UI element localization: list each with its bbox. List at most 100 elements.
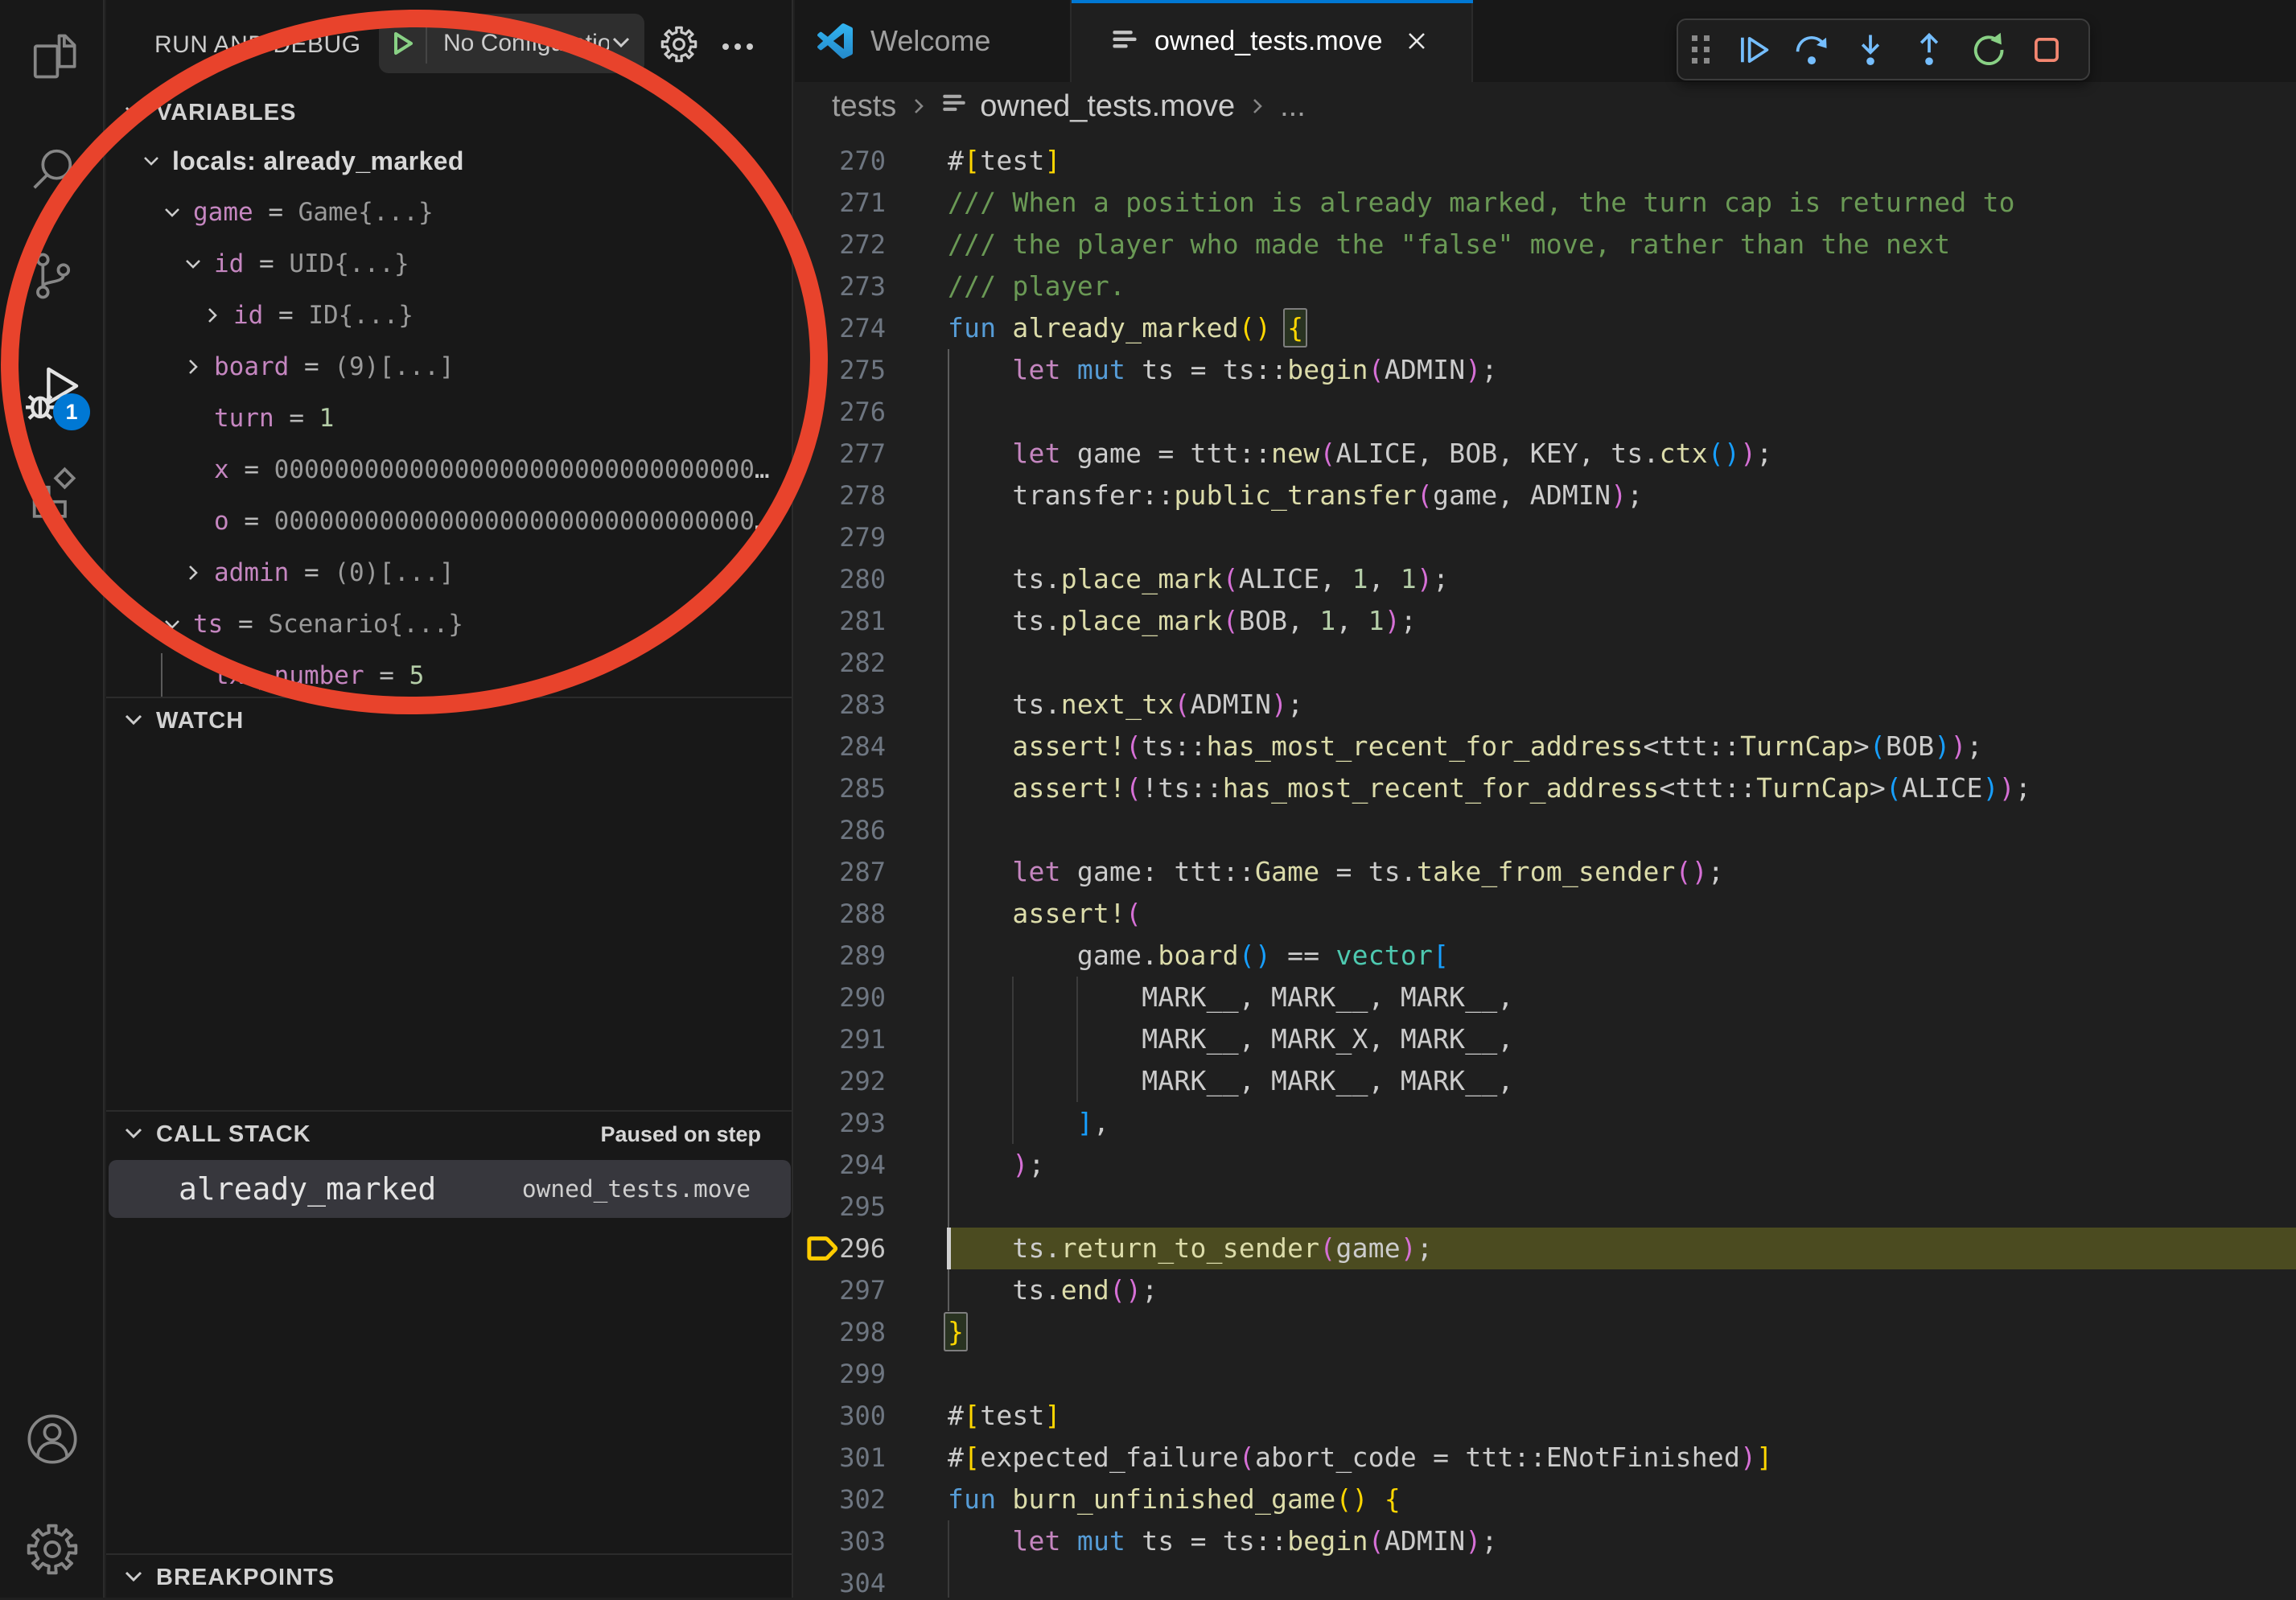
code-line-271: 271/// When a position is already marked… — [795, 182, 2296, 224]
variable-row-o[interactable]: o = 000000000000000000000000000000000000… — [106, 496, 793, 547]
breadcrumb-symbol[interactable]: ... — [1280, 89, 1306, 124]
vscode-window: 1 RUN AND DEBUG — [0, 0, 2296, 1598]
call-stack-section-label: CALL STACK — [156, 1121, 311, 1148]
code-line-287: 287 let game: ttt::Game = ts.take_from_s… — [795, 851, 2296, 893]
stack-frame-name: already_marked — [179, 1171, 436, 1207]
run-and-debug-sidebar: RUN AND DEBUG No Configurations — [106, 0, 793, 1598]
code-line-298: 298} — [795, 1311, 2296, 1353]
step-out-button[interactable] — [1899, 20, 1958, 79]
stack-frame-file: owned_tests.move — [522, 1175, 751, 1203]
breakpoints-section-header[interactable]: BREAKPOINTS — [106, 1555, 793, 1600]
code-line-295: 295 — [795, 1186, 2296, 1228]
call-stack-section-header[interactable]: CALL STACK Paused on step — [106, 1112, 793, 1157]
tab-welcome-label: Welcome — [870, 24, 990, 58]
more-actions-icon[interactable] — [720, 29, 755, 68]
chevron-down-icon — [161, 613, 193, 635]
vscode-logo-icon — [817, 23, 853, 59]
variable-row-id[interactable]: id = ID{...} — [106, 290, 793, 341]
chevron-right-icon — [907, 95, 930, 117]
chevron-down-icon — [121, 1120, 150, 1150]
code-line-275: 275 let mut ts = ts::begin(ADMIN); — [795, 349, 2296, 391]
drag-grip-icon[interactable] — [1678, 20, 1723, 79]
watch-section-label: WATCH — [156, 708, 244, 734]
code-line-297: 297 ts.end(); — [795, 1269, 2296, 1311]
source-control-icon[interactable] — [0, 249, 105, 303]
search-icon[interactable] — [0, 142, 105, 196]
explorer-icon[interactable] — [0, 29, 105, 84]
chevron-right-icon — [182, 356, 214, 378]
code-line-290: 290 MARK__, MARK__, MARK__, — [795, 977, 2296, 1018]
chevron-down-icon — [609, 30, 633, 58]
code-line-282: 282 — [795, 642, 2296, 684]
code-line-296: 296 ts.return_to_sender(game); — [795, 1228, 2296, 1269]
settings-gear-icon[interactable] — [0, 1522, 105, 1577]
chevron-down-icon — [121, 706, 150, 736]
variables-section-header[interactable]: VARIABLES — [106, 90, 793, 135]
code-editor[interactable]: 270#[test]271/// When a position is alre… — [795, 130, 2296, 1598]
close-icon[interactable] — [1404, 28, 1430, 54]
breakpoints-section-label: BREAKPOINTS — [156, 1565, 335, 1591]
code-line-276: 276 — [795, 391, 2296, 433]
start-debug-icon[interactable] — [379, 28, 426, 59]
variable-row-admin[interactable]: admin = (0)[...] — [106, 547, 793, 598]
breadcrumbs: tests owned_tests.move ... — [795, 82, 2296, 130]
account-icon[interactable] — [0, 1412, 105, 1466]
variable-row-board[interactable]: board = (9)[...] — [106, 341, 793, 393]
stack-frame-row[interactable]: already_marked owned_tests.move — [109, 1160, 791, 1218]
variable-row-id[interactable]: id = UID{...} — [106, 238, 793, 290]
sidebar-title: RUN AND DEBUG — [154, 29, 361, 61]
debug-toolbar — [1677, 19, 2090, 80]
editor-group: Welcome owned_tests.move — [795, 0, 2296, 1598]
code-line-301: 301#[expected_failure(abort_code = ttt::… — [795, 1437, 2296, 1479]
variables-scope-row[interactable]: locals: already_marked — [106, 135, 793, 187]
variable-row-txn_number[interactable]: txn_number = 5 — [106, 650, 793, 701]
text-cursor — [947, 1228, 951, 1269]
watch-section-header[interactable]: WATCH — [106, 698, 793, 743]
breadcrumb-file[interactable]: owned_tests.move — [980, 89, 1235, 124]
code-lines: 270#[test]271/// When a position is alre… — [795, 140, 2296, 1598]
variable-row-game[interactable]: game = Game{...} — [106, 187, 793, 238]
variable-row-turn[interactable]: turn = 1 — [106, 393, 793, 444]
continue-button[interactable] — [1723, 20, 1782, 79]
variable-row-ts[interactable]: ts = Scenario{...} — [106, 598, 793, 650]
breadcrumb-folder[interactable]: tests — [832, 89, 896, 124]
code-line-274: 274fun already_marked() { — [795, 307, 2296, 349]
step-into-button[interactable] — [1841, 20, 1899, 79]
tab-welcome[interactable]: Welcome — [795, 0, 1072, 82]
tab-owned-tests-label: owned_tests.move — [1154, 26, 1383, 57]
extensions-icon[interactable] — [0, 464, 105, 519]
chevron-down-icon — [140, 150, 172, 172]
tab-owned-tests[interactable]: owned_tests.move — [1072, 0, 1473, 82]
code-line-294: 294 ); — [795, 1144, 2296, 1186]
code-line-302: 302fun burn_unfinished_game() { — [795, 1479, 2296, 1520]
stop-button[interactable] — [2017, 20, 2076, 79]
launch-config-dropdown[interactable]: No Configurations — [379, 14, 644, 73]
code-line-303: 303 let mut ts = ts::begin(ADMIN); — [795, 1520, 2296, 1562]
code-line-283: 283 ts.next_tx(ADMIN); — [795, 684, 2296, 726]
code-line-292: 292 MARK__, MARK__, MARK__, — [795, 1060, 2296, 1102]
tree-indent-guide — [161, 653, 163, 698]
code-line-279: 279 — [795, 516, 2296, 558]
code-line-304: 304 — [795, 1562, 2296, 1598]
code-line-272: 272/// the player who made the "false" m… — [795, 224, 2296, 265]
code-line-284: 284 assert!(ts::has_most_recent_for_addr… — [795, 726, 2296, 767]
chevron-down-icon — [161, 201, 193, 224]
chevron-right-icon — [201, 304, 233, 327]
restart-button[interactable] — [1958, 20, 2017, 79]
debug-settings-gear-icon[interactable] — [660, 25, 698, 68]
config-dropdown-label: No Configurations — [427, 30, 609, 57]
code-line-277: 277 let game = ttt::new(ALICE, BOB, KEY,… — [795, 433, 2296, 475]
code-line-300: 300#[test] — [795, 1395, 2296, 1437]
step-over-button[interactable] — [1782, 20, 1841, 79]
debug-badge: 1 — [53, 393, 90, 430]
variable-row-x[interactable]: x = 000000000000000000000000000000000000… — [106, 444, 793, 496]
chevron-right-icon — [1246, 95, 1269, 117]
variables-tree: locals: already_markedgame = Game{...}id… — [106, 135, 793, 701]
move-file-icon — [941, 89, 967, 124]
active-tab-indicator — [1072, 0, 1473, 3]
code-line-291: 291 MARK__, MARK_X, MARK__, — [795, 1018, 2296, 1060]
code-line-285: 285 assert!(!ts::has_most_recent_for_add… — [795, 767, 2296, 809]
code-line-299: 299 — [795, 1353, 2296, 1395]
activity-bar: 1 — [0, 0, 105, 1598]
code-line-293: 293 ], — [795, 1102, 2296, 1144]
